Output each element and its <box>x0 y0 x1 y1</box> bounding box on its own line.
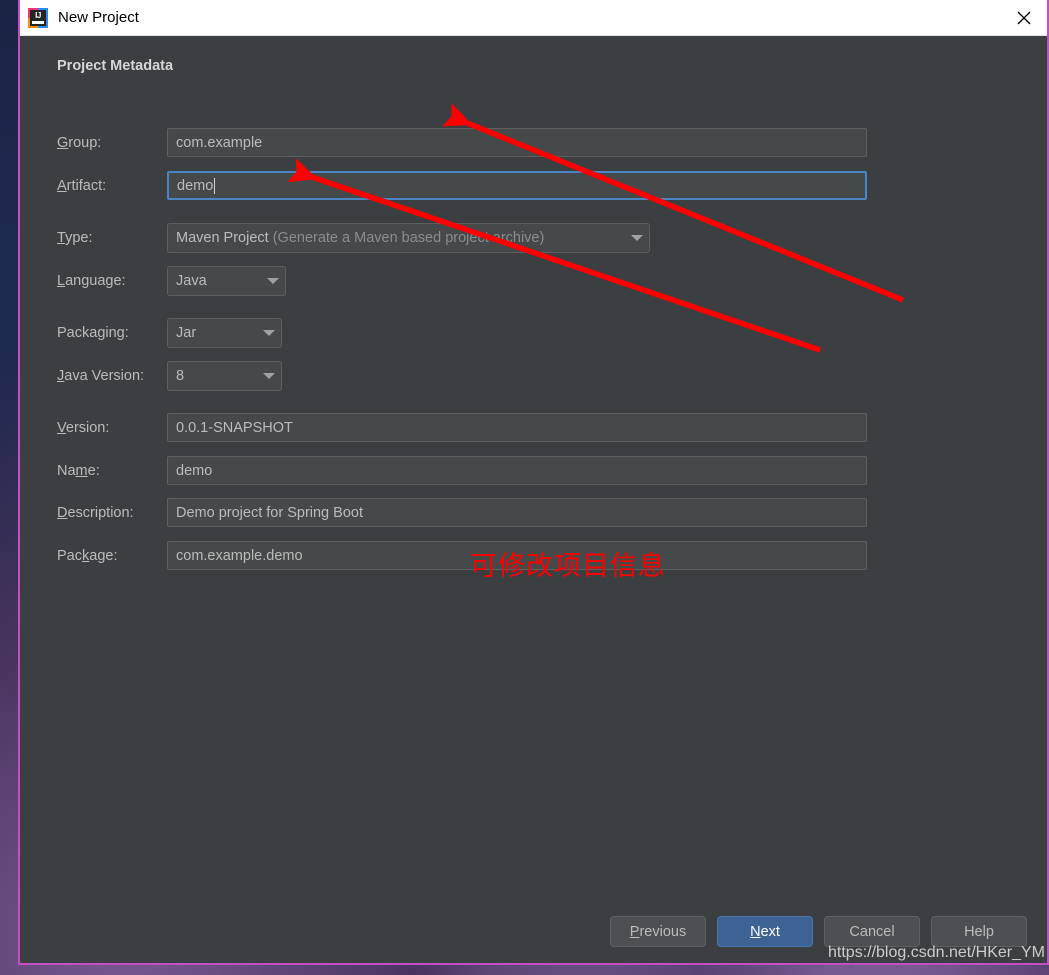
form-row-version: Version: 0.0.1-SNAPSHOT <box>57 413 867 442</box>
help-button[interactable]: Help <box>931 916 1027 947</box>
group-label: Group: <box>57 134 102 151</box>
artifact-value: demo <box>177 177 214 194</box>
artifact-input[interactable]: demo <box>167 171 867 200</box>
form-row-package: Package: com.example.demo <box>57 541 867 570</box>
form-row-description: Description: Demo project for Spring Boo… <box>57 498 867 527</box>
group-input[interactable]: com.example <box>167 128 867 157</box>
dialog-title: New Project <box>58 9 139 26</box>
name-value: demo <box>176 462 213 479</box>
dialog-title-bar: IJ New Project <box>20 0 1047 36</box>
form-row-artifact: Artifact: demo <box>57 171 867 200</box>
version-value: 0.0.1-SNAPSHOT <box>176 419 293 436</box>
intellij-idea-icon: IJ <box>28 7 48 28</box>
chevron-down-icon <box>263 373 275 379</box>
version-label: Version: <box>57 419 110 436</box>
language-label: Language: <box>57 273 126 289</box>
package-input[interactable]: com.example.demo <box>167 541 867 570</box>
package-label: Package: <box>57 547 118 564</box>
chevron-down-icon <box>267 278 279 284</box>
chevron-down-icon <box>263 330 275 336</box>
name-input[interactable]: demo <box>167 456 867 485</box>
description-input[interactable]: Demo project for Spring Boot <box>167 498 867 527</box>
java-version-dropdown[interactable]: 8 <box>167 361 282 391</box>
artifact-label: Artifact: <box>57 177 107 194</box>
dialog-content: Project Metadata Group: com.example Arti… <box>20 36 1047 963</box>
language-value: Java <box>176 273 207 289</box>
watermark-url: https://blog.csdn.net/HKer_YM <box>828 944 1045 961</box>
type-value-suffix: (Generate a Maven based project archive) <box>268 230 545 246</box>
type-dropdown[interactable]: Maven Project (Generate a Maven based pr… <box>167 223 650 253</box>
dialog-button-bar: Previous Next Cancel Help <box>610 916 1027 947</box>
description-value: Demo project for Spring Boot <box>176 504 363 521</box>
section-title: Project Metadata <box>57 58 174 74</box>
form-row-java-version: Java Version: 8 <box>57 361 282 391</box>
java-version-value: 8 <box>176 368 185 384</box>
form-row-language: Language: Java <box>57 266 286 296</box>
form-row-name: Name: demo <box>57 456 867 485</box>
packaging-label: Packaging: <box>57 325 129 341</box>
form-row-group: Group: com.example <box>57 128 867 157</box>
cancel-button[interactable]: Cancel <box>824 916 920 947</box>
package-value: com.example.demo <box>176 547 303 564</box>
form-row-packaging: Packaging: Jar <box>57 318 282 348</box>
packaging-dropdown[interactable]: Jar <box>167 318 282 348</box>
type-label: Type: <box>57 230 93 246</box>
group-value: com.example <box>176 134 263 151</box>
name-label: Name: <box>57 462 100 479</box>
language-dropdown[interactable]: Java <box>167 266 286 296</box>
java-version-label: Java Version: <box>57 368 145 384</box>
type-value: Maven Project <box>176 230 269 246</box>
close-icon[interactable] <box>1001 0 1047 35</box>
next-button[interactable]: Next <box>717 916 813 947</box>
new-project-dialog: IJ New Project Project Metadata Group: c… <box>18 0 1049 965</box>
previous-button[interactable]: Previous <box>610 916 706 947</box>
chevron-down-icon <box>631 235 643 241</box>
text-caret <box>214 177 216 194</box>
form-row-type: Type: Maven Project (Generate a Maven ba… <box>57 223 650 253</box>
description-label: Description: <box>57 504 134 521</box>
packaging-value: Jar <box>176 325 197 341</box>
version-input[interactable]: 0.0.1-SNAPSHOT <box>167 413 867 442</box>
